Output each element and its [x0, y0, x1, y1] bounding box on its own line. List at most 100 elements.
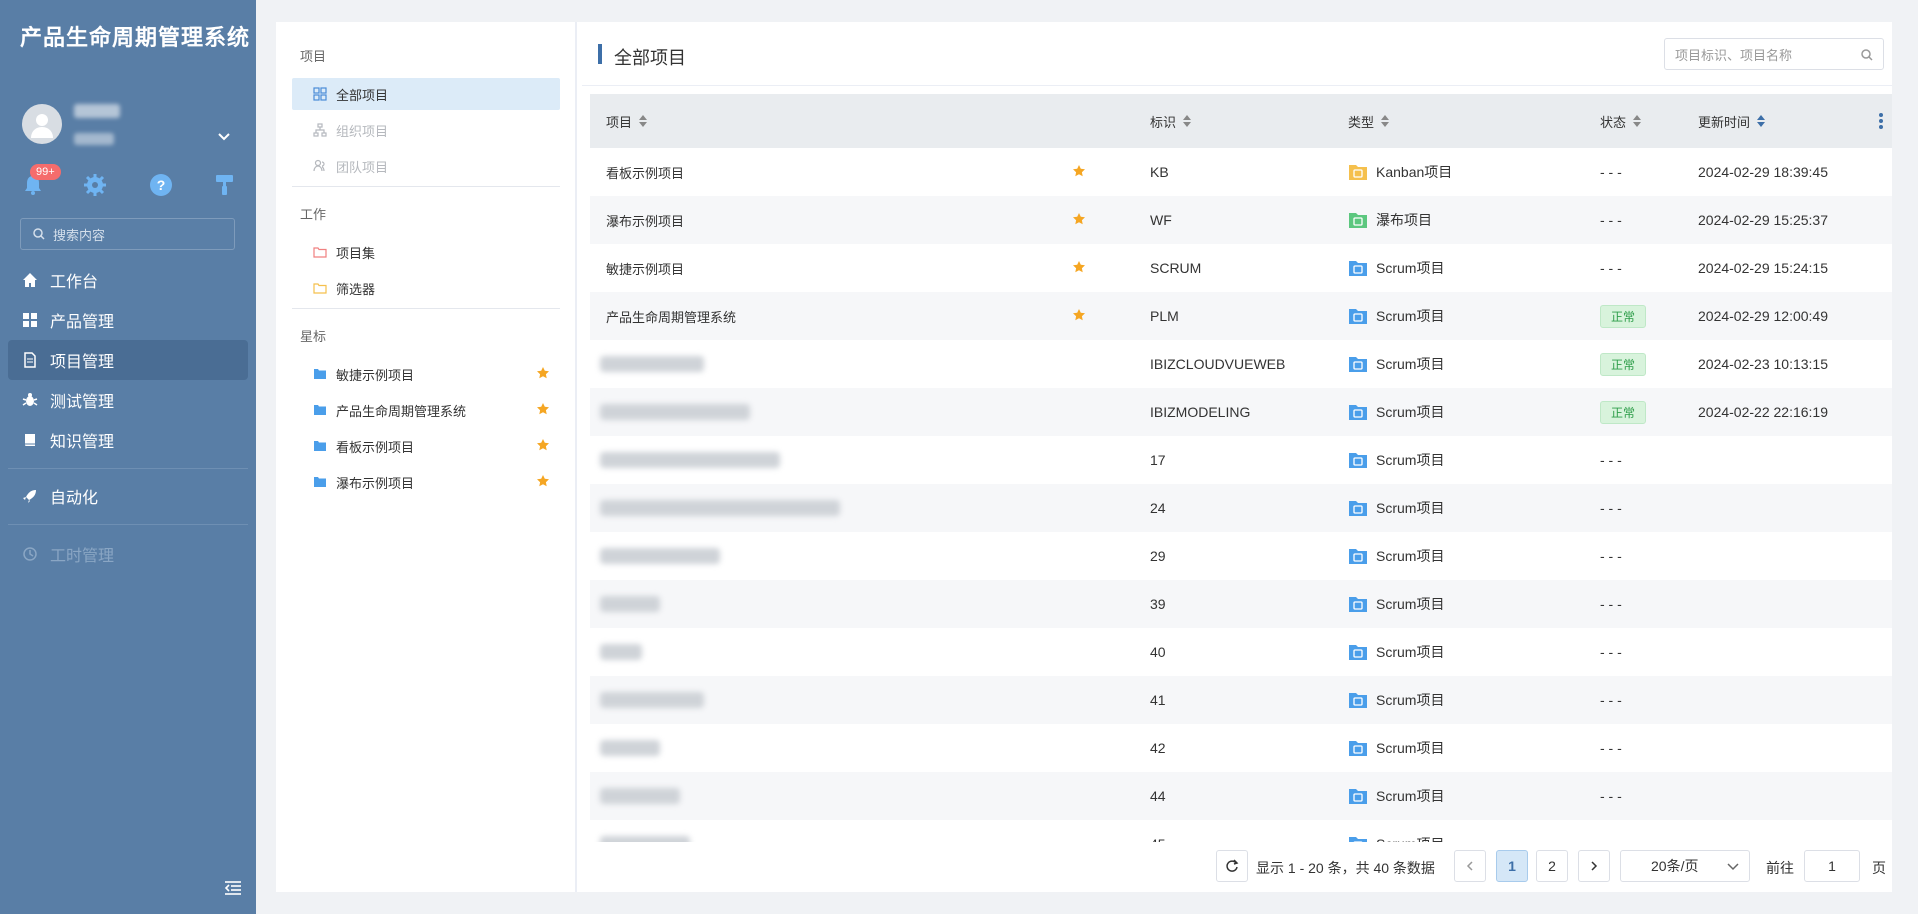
prev-page-button[interactable] [1454, 850, 1486, 882]
project-updated-time: 2024-02-29 15:25:37 [1698, 212, 1828, 228]
project-name-cell[interactable] [600, 484, 840, 532]
project-name-cell[interactable] [600, 820, 690, 842]
next-page-button[interactable] [1578, 850, 1610, 882]
refresh-button[interactable] [1216, 850, 1248, 882]
nav-timesheet[interactable]: 工时管理 [8, 534, 248, 574]
page-button-1[interactable]: 1 [1496, 850, 1528, 882]
nav-test[interactable]: 测试管理 [8, 380, 248, 420]
project-type-cell: Scrum项目 [1348, 388, 1444, 436]
column-label: 项目 [606, 114, 633, 130]
col-header-project[interactable]: 项目 [606, 94, 648, 148]
project-search-input[interactable]: 项目标识、项目名称 [1664, 38, 1884, 70]
project-type-label: Scrum项目 [1376, 548, 1445, 564]
table-row[interactable]: 17 Scrum项目 - - - [590, 436, 1892, 484]
star-icon[interactable] [536, 402, 550, 416]
avatar[interactable] [22, 104, 62, 144]
nav-program[interactable]: 项目集 [292, 236, 560, 268]
project-name-cell[interactable] [600, 388, 750, 436]
project-name-cell[interactable] [600, 724, 660, 772]
starred-item[interactable]: 瀑布示例项目 [292, 466, 560, 498]
help-icon[interactable]: ? [146, 170, 176, 200]
project-name[interactable]: 敏捷示例项目 [606, 259, 684, 278]
nav-product[interactable]: 产品管理 [8, 300, 248, 340]
table-row[interactable]: 41 Scrum项目 - - - [590, 676, 1892, 724]
sidebar-search-input[interactable]: 搜索内容 [20, 218, 235, 250]
starred-item[interactable]: 敏捷示例项目 [292, 358, 560, 390]
star-icon[interactable] [536, 438, 550, 452]
col-header-key[interactable]: 标识 [1150, 94, 1192, 148]
column-label: 状态 [1600, 114, 1627, 130]
project-name-cell[interactable] [600, 436, 780, 484]
nav-filter[interactable]: 筛选器 [292, 272, 560, 304]
nav-workbench[interactable]: 工作台 [8, 260, 248, 300]
gear-icon[interactable] [80, 170, 110, 200]
page-button-2[interactable]: 2 [1536, 850, 1568, 882]
nav-label: 工时管理 [50, 548, 115, 565]
search-icon [33, 228, 45, 240]
project-name-cell[interactable] [600, 580, 660, 628]
collapse-menu-icon[interactable] [224, 880, 242, 899]
project-name-cell[interactable]: 看板示例项目 [606, 148, 684, 196]
project-name-cell[interactable] [600, 628, 642, 676]
project-name[interactable]: 产品生命周期管理系统 [606, 307, 736, 326]
nav-all-projects[interactable]: 全部项目 [292, 78, 560, 110]
col-header-type[interactable]: 类型 [1348, 94, 1390, 148]
col-header-status[interactable]: 状态 [1600, 94, 1642, 148]
star-icon[interactable] [536, 474, 550, 488]
nav-automation[interactable]: 自动化 [8, 476, 248, 516]
redacted-project-name [600, 452, 780, 468]
paint-roller-icon[interactable] [210, 170, 240, 200]
star-icon[interactable] [1072, 308, 1086, 322]
table-row[interactable]: 39 Scrum项目 - - - [590, 580, 1892, 628]
project-name[interactable]: 看板示例项目 [606, 163, 684, 182]
project-name-cell[interactable]: 敏捷示例项目 [606, 244, 684, 292]
table-row[interactable]: 产品生命周期管理系统 PLM Scrum项目 正常 2024-02-29 12:00:4… [590, 292, 1892, 340]
starred-item-label: 看板示例项目 [336, 439, 415, 455]
goto-page-input[interactable]: 1 [1804, 850, 1860, 882]
chevron-down-icon[interactable] [216, 128, 232, 144]
more-vertical-icon[interactable] [1878, 112, 1884, 130]
sort-icon[interactable] [1380, 114, 1390, 128]
nav-team-projects[interactable]: 团队项目 [292, 150, 560, 182]
star-icon[interactable] [1072, 212, 1086, 226]
star-icon[interactable] [1072, 164, 1086, 178]
folder-icon [314, 405, 326, 415]
nav-project[interactable]: 项目管理 [8, 340, 248, 380]
table-row[interactable]: 看板示例项目 KB Kanban项目 - - - 2024-02-29 18:39:45 [590, 148, 1892, 196]
project-type-label: Scrum项目 [1376, 788, 1445, 804]
nav-org-projects[interactable]: 组织项目 [292, 114, 560, 146]
folder-icon [313, 247, 327, 258]
project-name-cell[interactable] [600, 532, 720, 580]
page-size-select[interactable]: 20条/页 [1620, 850, 1750, 882]
star-icon[interactable] [1072, 260, 1086, 274]
nav-label: 筛选器 [336, 281, 376, 297]
table-row[interactable]: 29 Scrum项目 - - - [590, 532, 1892, 580]
sort-icon[interactable] [638, 114, 648, 128]
starred-item[interactable]: 产品生命周期管理系统 [292, 394, 560, 426]
status-empty: - - - [1600, 644, 1622, 660]
search-icon[interactable] [1861, 49, 1873, 61]
project-name-cell[interactable] [600, 676, 704, 724]
project-name-cell[interactable]: 产品生命周期管理系统 [606, 292, 736, 340]
table-row[interactable]: 敏捷示例项目 SCRUM Scrum项目 - - - 2024-02-29 15:24:… [590, 244, 1892, 292]
project-name[interactable]: 瀑布示例项目 [606, 211, 684, 230]
starred-item[interactable]: 看板示例项目 [292, 430, 560, 462]
sort-icon[interactable] [1632, 114, 1642, 128]
project-name-cell[interactable] [600, 772, 680, 820]
table-row[interactable]: 45 Scrum项目 [590, 820, 1892, 842]
table-row[interactable]: 瀑布示例项目 WF 瀑布项目 - - - 2024-02-29 15:25:37 [590, 196, 1892, 244]
project-name-cell[interactable] [600, 340, 704, 388]
table-row[interactable]: 44 Scrum项目 - - - [590, 772, 1892, 820]
col-header-updated[interactable]: 更新时间 [1698, 94, 1766, 148]
table-row[interactable]: 42 Scrum项目 - - - [590, 724, 1892, 772]
table-row[interactable]: IBIZMODELING Scrum项目 正常 2024-02-22 22:16:19 [590, 388, 1892, 436]
nav-knowledge[interactable]: 知识管理 [8, 420, 248, 460]
project-name-cell[interactable]: 瀑布示例项目 [606, 196, 684, 244]
table-row[interactable]: IBIZCLOUDVUEWEB Scrum项目 正常 2024-02-23 10:13… [590, 340, 1892, 388]
star-icon[interactable] [536, 366, 550, 380]
sort-icon[interactable] [1182, 114, 1192, 128]
project-type-icon [1349, 693, 1367, 708]
table-row[interactable]: 40 Scrum项目 - - - [590, 628, 1892, 676]
sort-icon[interactable] [1756, 114, 1766, 128]
table-row[interactable]: 24 Scrum项目 - - - [590, 484, 1892, 532]
